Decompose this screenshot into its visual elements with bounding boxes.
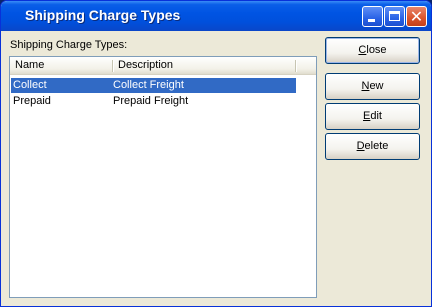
list-header: Name Description (10, 57, 316, 75)
close-button-label: lose (366, 44, 387, 56)
minimize-icon (368, 19, 375, 22)
close-button[interactable]: Close (325, 37, 420, 64)
edit-button-label: dit (370, 110, 382, 122)
edit-button[interactable]: Edit (325, 103, 420, 130)
maximize-icon (389, 11, 400, 21)
close-icon: ✕ (409, 7, 424, 26)
row-description: Prepaid Freight (113, 95, 189, 107)
column-header-description[interactable]: Description (113, 57, 296, 74)
title-bar[interactable]: Shipping Charge Types ✕ (1, 1, 431, 31)
delete-button[interactable]: Delete (325, 133, 420, 160)
row-name: Prepaid (13, 95, 51, 107)
window-close-button[interactable]: ✕ (406, 6, 427, 27)
row-description: Collect Freight (113, 79, 184, 91)
column-divider[interactable] (295, 60, 296, 72)
dialog-window: Shipping Charge Types ✕ Shipping Charge … (0, 0, 432, 307)
column-header-name[interactable]: Name (10, 57, 113, 74)
delete-button-mnemonic: D (356, 140, 365, 152)
new-button-label: ew (369, 80, 384, 92)
window-title: Shipping Charge Types (25, 7, 181, 23)
new-button[interactable]: New (325, 73, 420, 100)
minimize-button[interactable] (362, 6, 383, 27)
shipping-charge-types-list[interactable]: Name Description Collect Collect Freight… (9, 56, 317, 298)
row-name: Collect (13, 79, 47, 91)
list-item[interactable]: Collect Collect Freight (11, 78, 296, 93)
list-item[interactable]: Prepaid Prepaid Freight (11, 94, 296, 109)
delete-button-label: elete (364, 140, 389, 152)
maximize-button[interactable] (384, 6, 405, 27)
list-label: Shipping Charge Types: (10, 39, 128, 51)
